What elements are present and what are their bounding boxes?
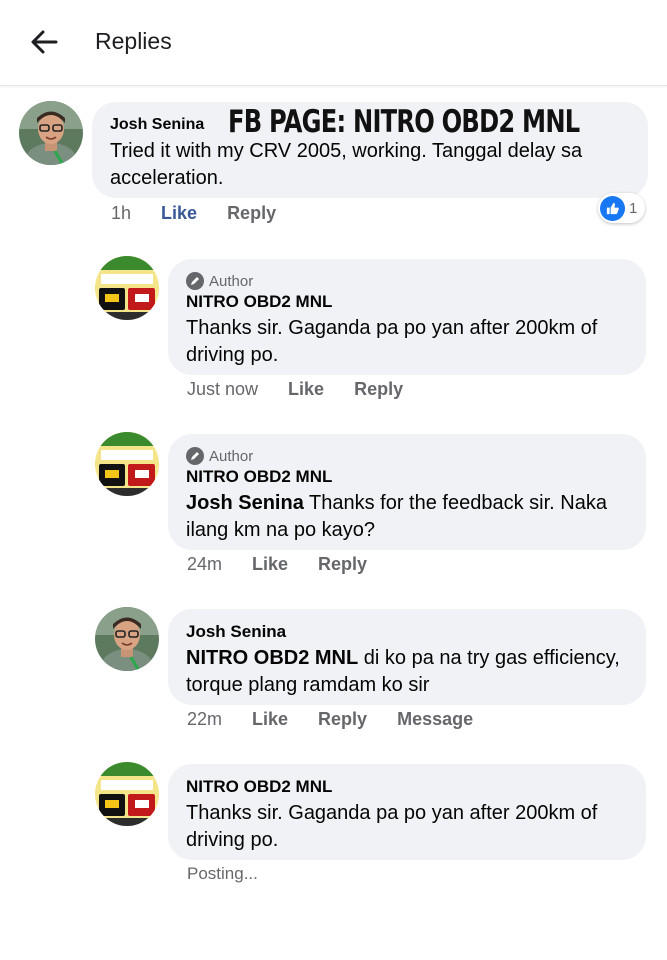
comment-bubble: NITRO OBD2 MNL Thanks sir. Gaganda pa po… [168,764,646,860]
mention-link[interactable]: NITRO OBD2 MNL [186,647,358,669]
comment-bubble: Author NITRO OBD2 MNL Thanks sir. Gagand… [168,259,646,375]
comment-author[interactable]: NITRO OBD2 MNL [186,776,628,798]
message-button[interactable]: Message [397,709,473,730]
reply-button[interactable]: Reply [354,379,403,400]
author-badge-label: Author [209,272,254,290]
thumbs-up-icon [600,195,625,221]
comment-time[interactable]: 24m [187,554,222,575]
comment-actions: Just now Like Reply [187,379,433,400]
reply-button[interactable]: Reply [227,203,276,224]
comment-text: NITRO OBD2 MNL di ko pa na try gas effic… [186,645,628,699]
like-button[interactable]: Like [288,379,324,400]
reply-button[interactable]: Reply [318,709,367,730]
comment-text: Josh Senina Thanks for the feedback sir.… [186,490,628,544]
page-avatar[interactable] [95,762,159,826]
comment-text: Thanks sir. Gaganda pa po yan after 200k… [186,317,598,366]
author-badge: Author [186,271,628,291]
page-watermark: FB PAGE: NITRO OBD2 MNL [228,104,580,140]
like-button[interactable]: Like [252,709,288,730]
comment-actions: 1h Like Reply [111,203,306,224]
page-avatar[interactable] [95,256,159,320]
comment-time[interactable]: 22m [187,709,222,730]
reaction-count-badge[interactable]: 1 [598,193,646,223]
comment-actions: 22m Like Reply Message [187,709,503,730]
author-badge: Author [186,446,628,466]
posting-status: Posting... [187,864,258,883]
page-title: Replies [95,28,172,54]
reply-button[interactable]: Reply [318,554,367,575]
comment-author[interactable]: Josh Senina [186,621,628,643]
user-avatar[interactable] [19,101,83,165]
comment-text: Thanks sir. Gaganda pa po yan after 200k… [186,802,598,851]
like-button[interactable]: Like [161,203,197,224]
top-bar: Replies [0,0,667,86]
reaction-count: 1 [629,199,638,217]
comment-text: Tried it with my CRV 2005, working. Tang… [110,140,583,189]
comment-author[interactable]: NITRO OBD2 MNL [186,466,628,488]
pencil-icon [186,447,204,465]
comment-bubble: Author NITRO OBD2 MNL Josh Senina Thanks… [168,434,646,550]
comment-author[interactable]: NITRO OBD2 MNL [186,291,628,313]
comment-time[interactable]: 1h [111,203,131,224]
like-button[interactable]: Like [252,554,288,575]
comment-actions: Posting... [187,864,288,884]
pencil-icon [186,272,204,290]
comment-bubble: Josh Senina NITRO OBD2 MNL di ko pa na t… [168,609,646,705]
back-arrow-icon[interactable] [26,26,62,58]
comment-actions: 24m Like Reply [187,554,397,575]
page-avatar[interactable] [95,432,159,496]
comment-time[interactable]: Just now [187,379,258,400]
user-avatar[interactable] [95,607,159,671]
author-badge-label: Author [209,447,254,465]
mention-link[interactable]: Josh Senina [186,492,304,514]
